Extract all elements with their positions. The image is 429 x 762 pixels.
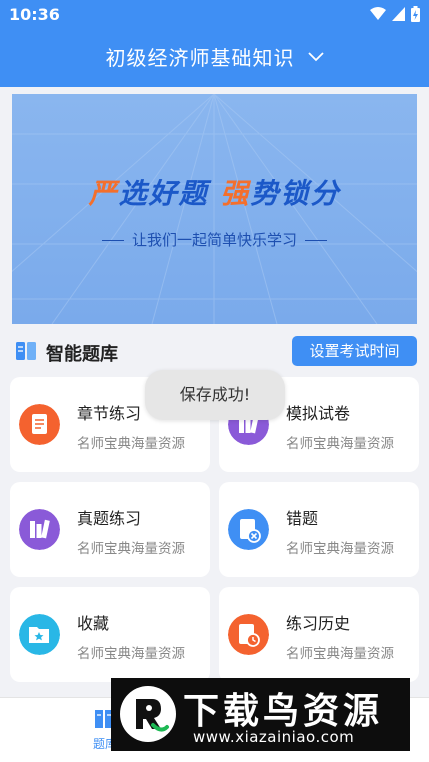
slogan-text-1: 选好题 xyxy=(118,177,221,210)
card-title: 章节练习 xyxy=(77,404,142,423)
banner-slogan: 严选好题 强势锁分 xyxy=(12,172,417,212)
signal-icon xyxy=(392,7,405,21)
dash-right xyxy=(305,239,327,242)
card-subtitle: 名师宝典海量资源 xyxy=(77,436,185,452)
card-title: 真题练习 xyxy=(77,509,142,528)
watermark-overlay: 下载鸟资源 www.xiazainiao.com xyxy=(111,678,410,751)
book-icon xyxy=(16,342,36,360)
app-header: 10:36 初级经济师基础知识 xyxy=(0,0,429,87)
card-title: 练习历史 xyxy=(286,614,351,633)
slogan-highlight-1: 严 xyxy=(88,177,119,210)
card-wrong-questions[interactable]: 错题 名师宝典海量资源 xyxy=(219,482,419,577)
card-subtitle: 名师宝典海量资源 xyxy=(286,541,394,557)
chevron-down-icon xyxy=(307,51,324,61)
section-title: 智能题库 xyxy=(46,344,118,365)
card-subtitle: 名师宝典海量资源 xyxy=(77,646,185,662)
dash-left xyxy=(101,239,124,242)
watermark-url: www.xiazainiao.com xyxy=(193,728,355,746)
card-past-exam-practice[interactable]: 真题练习 名师宝典海量资源 xyxy=(10,482,210,577)
wifi-icon xyxy=(370,7,386,20)
document-icon xyxy=(19,404,60,445)
section-header: 智能题库 设置考试时间 xyxy=(12,335,417,367)
card-subtitle: 名师宝典海量资源 xyxy=(286,436,394,452)
toast-message: 保存成功! xyxy=(145,370,285,420)
set-exam-time-button[interactable]: 设置考试时间 xyxy=(292,336,417,366)
books-icon xyxy=(19,509,60,550)
battery-icon xyxy=(411,6,420,22)
page-title: 初级经济师基础知识 xyxy=(105,46,295,70)
status-icons xyxy=(370,6,420,22)
slogan-highlight-2: 强 xyxy=(220,177,251,210)
banner-subtitle: 让我们一起简单快乐学习 xyxy=(12,229,417,250)
banner-subtitle-text: 让我们一起简单快乐学习 xyxy=(131,231,297,249)
slogan-text-2: 势锁分 xyxy=(250,177,341,210)
status-time: 10:36 xyxy=(9,5,60,24)
card-title: 错题 xyxy=(286,509,319,528)
watermark-name: 下载鸟资源 xyxy=(183,691,384,732)
status-bar: 10:36 xyxy=(0,0,429,30)
bird-logo-icon xyxy=(120,686,176,742)
card-subtitle: 名师宝典海量资源 xyxy=(77,541,185,557)
card-practice-history[interactable]: 练习历史 名师宝典海量资源 xyxy=(219,587,419,682)
title-dropdown[interactable]: 初级经济师基础知识 xyxy=(0,42,429,71)
star-folder-icon xyxy=(19,614,60,655)
card-subtitle: 名师宝典海量资源 xyxy=(286,646,394,662)
card-title: 收藏 xyxy=(77,614,110,633)
wrong-doc-icon xyxy=(228,509,269,550)
card-title: 模拟试卷 xyxy=(286,404,351,423)
card-favorites[interactable]: 收藏 名师宝典海量资源 xyxy=(10,587,210,682)
history-icon xyxy=(228,614,269,655)
